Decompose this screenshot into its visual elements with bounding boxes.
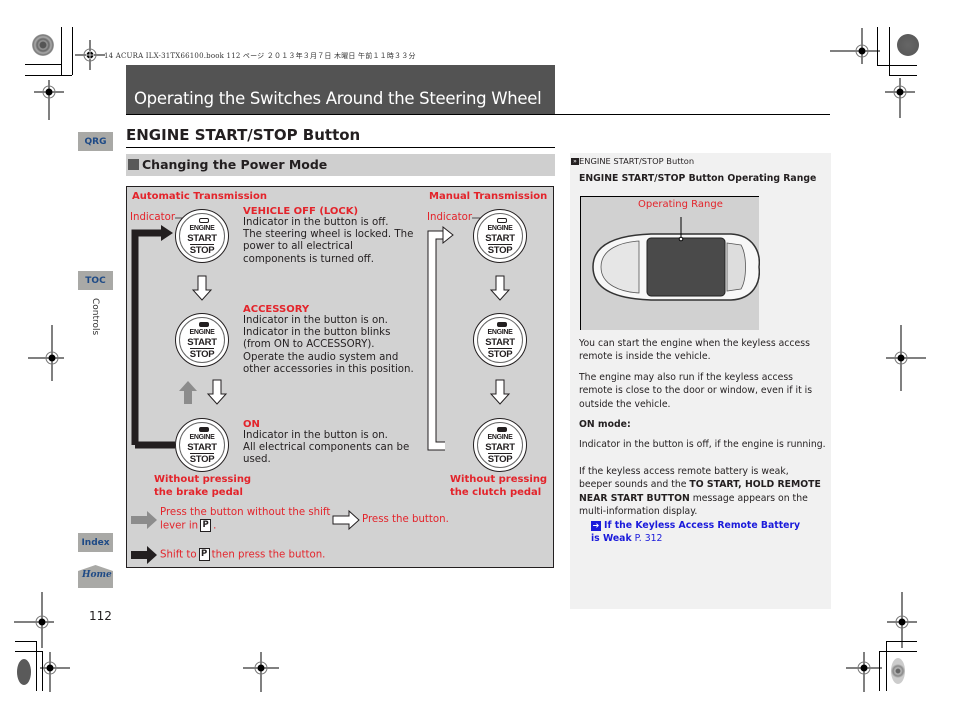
- power-mode-diagram: Automatic Transmission Manual Transmissi…: [126, 186, 554, 568]
- chapter-tab-label: Controls: [90, 298, 100, 336]
- color-rosette-icon: [32, 34, 54, 56]
- legend-black-arrow-text: Shift to Pthen press the button.: [160, 548, 326, 561]
- indicator-light-on-icon: [199, 427, 209, 432]
- gray-arrow-legend-icon: [131, 511, 157, 529]
- index-button[interactable]: Index: [78, 533, 113, 552]
- double-chevron-icon: »: [571, 158, 579, 165]
- down-arrow-icon: [191, 275, 213, 301]
- legend-gray-arrow-text: Press the button without the shift lever…: [160, 507, 331, 533]
- park-gear-icon: P: [200, 519, 212, 533]
- car-top-view-image: Operating Range: [580, 196, 761, 330]
- cross-reference-link[interactable]: ➔ If the Keyless Access Remote Battery is…: [591, 519, 811, 546]
- registration-mark-icon: [243, 652, 279, 692]
- mode-on: ON Indicator in the button is on. All el…: [243, 419, 410, 466]
- engine-start-stop-button-off: ENGINE START STOP: [175, 209, 229, 263]
- note-paragraph: The engine may also run if the keyless a…: [579, 372, 813, 410]
- gray-up-arrow-icon: [179, 381, 197, 404]
- park-gear-icon: P: [198, 548, 210, 561]
- indicator-light-off-icon: [199, 218, 209, 223]
- qrg-button[interactable]: QRG: [78, 132, 113, 151]
- toc-button[interactable]: TOC: [78, 271, 113, 290]
- indicator-light-on-icon: [497, 427, 507, 432]
- clutch-pedal-note: Without pressing the clutch pedal: [450, 474, 548, 498]
- indicator-light-on-icon: [199, 322, 209, 327]
- engine-start-stop-button-accessory: ENGINE START STOP: [473, 313, 527, 367]
- note-reference: » ENGINE START/STOP Button: [571, 156, 694, 166]
- divider: [126, 114, 830, 115]
- engine-start-stop-button-off: ENGINE START STOP: [473, 209, 527, 263]
- black-arrow-legend-icon: [131, 546, 157, 564]
- divider: [126, 147, 555, 148]
- on-mode-title: ON mode:: [579, 419, 631, 430]
- color-rosette-icon: [17, 659, 31, 685]
- registration-mark-icon: [34, 80, 64, 120]
- registration-mark-icon: [846, 652, 882, 692]
- registration-mark-icon: [886, 325, 926, 391]
- engine-start-stop-button-on: ENGINE START STOP: [175, 418, 229, 472]
- chapter-title: Operating the Switches Around the Steeri…: [134, 89, 542, 108]
- brake-pedal-note: Without pressing the brake pedal: [154, 474, 252, 498]
- white-loop-arrow-icon: [427, 225, 454, 451]
- down-arrow-icon: [206, 379, 228, 405]
- down-arrow-icon: [489, 379, 511, 405]
- mode-vehicle-off: VEHICLE OFF (LOCK) Indicator in the butt…: [243, 206, 414, 265]
- note-paragraph: If the keyless access remote battery is …: [579, 466, 821, 518]
- mode-accessory: ACCESSORY Indicator in the button is on.…: [243, 304, 414, 375]
- indicator-light-on-icon: [497, 322, 507, 327]
- registration-mark-icon: [830, 28, 880, 64]
- indicator-label: Indicator: [130, 212, 176, 223]
- operating-range-label: Operating Range: [638, 199, 723, 210]
- white-arrow-legend-icon: [332, 509, 360, 531]
- color-rosette-icon: [897, 34, 919, 56]
- home-button[interactable]: Home: [78, 565, 113, 588]
- registration-mark-icon: [885, 78, 915, 118]
- engine-start-stop-button-on: ENGINE START STOP: [473, 418, 527, 472]
- black-loop-arrow-icon: [131, 225, 175, 449]
- engine-start-stop-button-accessory: ENGINE START STOP: [175, 313, 229, 367]
- print-file-header: 14 ACURA ILX-31TX66100.book 112 ページ ２０１３…: [104, 52, 416, 60]
- registration-mark-icon: [28, 325, 64, 381]
- home-label: Home: [82, 570, 112, 580]
- indicator-label: Indicator: [427, 212, 473, 223]
- registration-mark-icon: [75, 40, 105, 70]
- registration-mark-icon: [887, 592, 917, 648]
- link-arrow-icon: ➔: [591, 520, 601, 531]
- legend-white-arrow-text: Press the button.: [362, 514, 449, 525]
- car-top-view-icon: [592, 217, 761, 301]
- note-paragraph: You can start the engine when the keyles…: [579, 338, 810, 363]
- page-number: 112: [89, 609, 112, 623]
- color-rosette-icon: [891, 658, 905, 684]
- registration-mark-icon: [40, 652, 70, 692]
- square-bullet-icon: [128, 159, 139, 170]
- indicator-light-off-icon: [497, 218, 507, 223]
- down-arrow-icon: [489, 275, 511, 301]
- on-mode-text: Indicator in the button is off, if the e…: [579, 439, 826, 450]
- note-heading: ENGINE START/STOP Button Operating Range: [579, 173, 817, 184]
- section-title: ENGINE START/STOP Button: [126, 126, 361, 144]
- subsection-title: Changing the Power Mode: [142, 157, 328, 172]
- registration-mark-icon: [14, 592, 54, 648]
